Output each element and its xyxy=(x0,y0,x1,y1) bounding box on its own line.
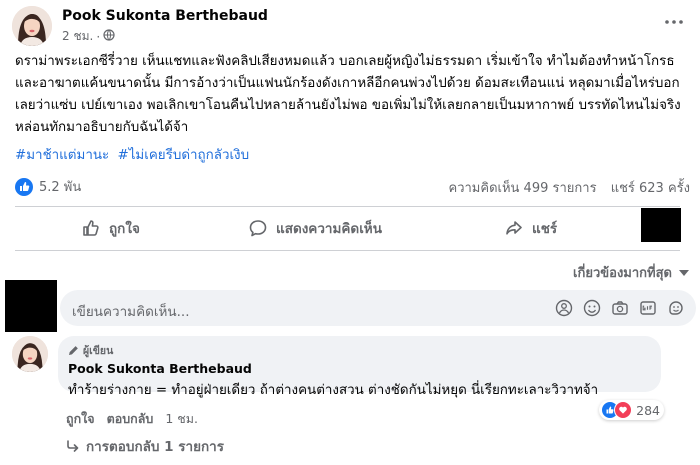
share-button-label: แชร์ xyxy=(532,221,558,237)
comment-like-link[interactable]: ถูกใจ xyxy=(66,409,95,429)
share-button[interactable]: แชร์ xyxy=(504,212,557,244)
camera-icon[interactable] xyxy=(610,298,630,318)
divider xyxy=(15,206,680,207)
like-button[interactable]: ถูกใจ xyxy=(81,212,140,244)
post-meta: 2 ชม. · xyxy=(62,27,115,46)
pencil-icon xyxy=(69,345,78,355)
post-author-name[interactable]: Pook Sukonta Berthebaud xyxy=(62,8,268,24)
like-button-label: ถูกใจ xyxy=(109,221,140,237)
emoji-icon[interactable] xyxy=(582,298,602,318)
comment-reactions[interactable]: 284 xyxy=(599,400,664,420)
post-time[interactable]: 2 ชม. xyxy=(62,27,93,46)
share-arrow-icon xyxy=(506,221,522,235)
redacted-avatar xyxy=(5,280,57,332)
hashtag-link[interactable]: #ไม่เคยรีบด่าถูกลัวเงิบ xyxy=(117,148,249,163)
post-stats: 5.2 พัน ความคิดเห็น 499 รายการ แชร์ 623 … xyxy=(15,174,690,196)
likes-count: 5.2 พัน xyxy=(39,180,82,195)
meta-separator: · xyxy=(96,29,101,44)
comment-author-name[interactable]: Pook Sukonta Berthebaud xyxy=(68,361,651,376)
post-header: Pook Sukonta Berthebaud 2 ชม. · xyxy=(12,6,688,46)
author-badge: ผู้เขียน xyxy=(68,342,651,358)
gif-icon[interactable] xyxy=(638,298,658,318)
stats-right: ความคิดเห็น 499 รายการ แชร์ 623 ครั้ง xyxy=(449,177,690,198)
heart-reaction-icon xyxy=(614,401,633,419)
divider xyxy=(15,250,680,251)
post-hashtags: #มาช้าแต่มานะ #ไม่เคยรีบด่าถูกลัวเงิบ xyxy=(15,145,253,167)
composer-icons xyxy=(554,298,686,318)
comment-actions: ถูกใจ ตอบกลับ 1 ชม. xyxy=(66,409,198,429)
reaction-icons xyxy=(601,401,633,419)
shares-count-link[interactable]: แชร์ 623 ครั้ง xyxy=(611,181,690,196)
caret-down-icon xyxy=(679,269,689,276)
view-replies-link[interactable]: การตอบกลับ 1 รายการ xyxy=(66,435,224,457)
hashtag-link[interactable]: #มาช้าแต่มานะ xyxy=(15,148,109,163)
speech-bubble-icon xyxy=(249,220,267,237)
comment-button[interactable]: แสดงความคิดเห็น xyxy=(248,212,382,244)
comment-item: ผู้เขียน Pook Sukonta Berthebaud ทำร้ายร… xyxy=(12,336,692,456)
author-badge-label: ผู้เขียน xyxy=(83,344,114,357)
avatar-sticker-icon[interactable] xyxy=(554,298,574,318)
reaction-count: 284 xyxy=(636,402,660,418)
sticker-icon[interactable] xyxy=(666,298,686,318)
replies-count: การตอบกลับ 1 รายการ xyxy=(86,439,225,455)
post-body-text: ดราม่าพระเอกซีรี่วาย เห็นแชทและฟังคลิปเส… xyxy=(15,54,681,135)
more-dots-icon xyxy=(665,20,683,24)
comment-reply-link[interactable]: ตอบกลับ xyxy=(107,409,154,429)
comment-input[interactable]: เขียนความคิดเห็น... xyxy=(60,290,696,326)
comment-text: ทำร้ายร่างกาย = ทำอยู่ฝ่ายเดียว ถ้าต่างค… xyxy=(68,383,599,398)
like-reaction-icon xyxy=(15,177,33,196)
more-options-button[interactable] xyxy=(660,12,688,32)
globe-icon xyxy=(103,29,115,44)
redacted-avatar xyxy=(641,208,681,242)
reaction-summary[interactable]: 5.2 พัน xyxy=(15,176,81,197)
comment-composer: เขียนความคิดเห็น... xyxy=(5,280,696,332)
author-avatar[interactable] xyxy=(12,6,52,46)
comment-time[interactable]: 1 ชม. xyxy=(165,409,198,429)
comment-button-label: แสดงความคิดเห็น xyxy=(276,221,382,237)
thumbs-up-icon xyxy=(83,220,99,236)
comment-input-placeholder: เขียนความคิดเห็น... xyxy=(72,304,190,320)
comment-author-avatar[interactable] xyxy=(12,336,48,372)
post-action-bar: ถูกใจ แสดงความคิดเห็น แชร์ xyxy=(15,212,680,244)
reply-arrow-icon xyxy=(67,440,79,452)
comment-bubble: ผู้เขียน Pook Sukonta Berthebaud ทำร้ายร… xyxy=(58,336,661,398)
comments-count-link[interactable]: ความคิดเห็น 499 รายการ xyxy=(449,181,597,196)
